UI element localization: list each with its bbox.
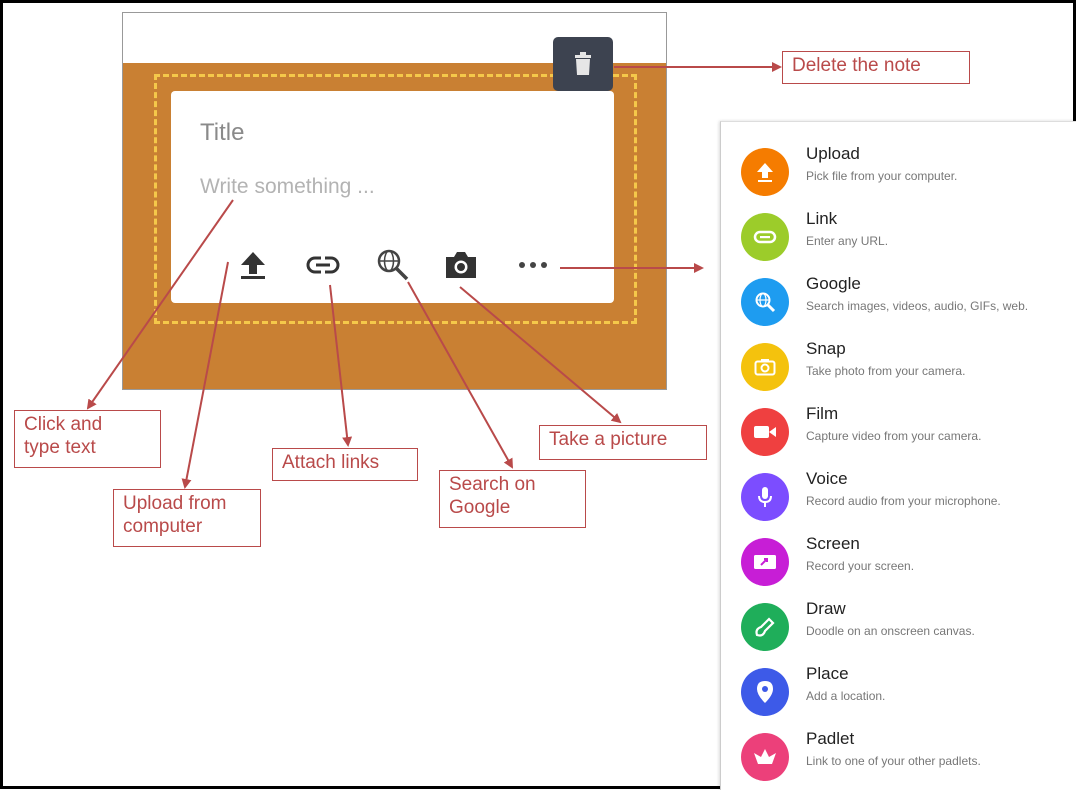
callout-upload-line2: computer xyxy=(123,516,203,537)
menu-item-desc: Doodle on an onscreen canvas. xyxy=(806,624,975,638)
callout-delete: Delete the note xyxy=(782,51,970,84)
menu-item-label: Film xyxy=(806,404,839,423)
upload-icon xyxy=(741,148,789,196)
menu-item-label: Link xyxy=(806,209,838,228)
link-icon xyxy=(741,213,789,261)
menu-item-desc: Take photo from your camera. xyxy=(806,364,966,378)
menu-item-label: Place xyxy=(806,664,849,683)
menu-item-desc: Record your screen. xyxy=(806,559,915,573)
menu-item-label: Voice xyxy=(806,469,848,488)
menu-item-google[interactable]: Google Search images, videos, audio, GIF… xyxy=(721,274,1076,334)
menu-item-screen[interactable]: Screen Record your screen. xyxy=(721,534,1076,594)
menu-item-desc: Capture video from your camera. xyxy=(806,429,982,443)
callout-click-type: Click and type text xyxy=(14,410,161,468)
callout-click-type-line2: type text xyxy=(24,437,96,458)
menu-item-desc: Record audio from your microphone. xyxy=(806,494,1001,508)
menu-item-label: Snap xyxy=(806,339,846,358)
menu-item-desc: Add a location. xyxy=(806,689,886,703)
arrow-attach xyxy=(329,284,353,447)
callout-search-line2: Google xyxy=(449,497,511,518)
menu-item-label: Upload xyxy=(806,144,860,163)
callout-picture: Take a picture xyxy=(539,425,707,460)
camera-icon xyxy=(741,343,789,391)
menu-item-label: Draw xyxy=(806,599,846,618)
menu-item-label: Padlet xyxy=(806,729,855,748)
callout-upload-line1: Upload from xyxy=(123,493,227,514)
callout-delete-text: Delete the note xyxy=(792,55,921,76)
callout-search: Search on Google xyxy=(439,470,586,528)
callout-search-line1: Search on xyxy=(449,474,536,495)
menu-item-upload[interactable]: Upload Pick file from your computer. xyxy=(721,144,1076,204)
attachment-menu: Upload Pick file from your computer. Lin… xyxy=(720,121,1076,790)
arrow-upload xyxy=(181,261,229,489)
pen-icon xyxy=(741,603,789,651)
menu-item-film[interactable]: Film Capture video from your camera. xyxy=(721,404,1076,464)
menu-item-padlet[interactable]: Padlet Link to one of your other padlets… xyxy=(721,729,1076,789)
screen-icon xyxy=(741,538,789,586)
video-icon xyxy=(741,408,789,456)
padlet-icon xyxy=(741,733,789,781)
menu-item-desc: Pick file from your computer. xyxy=(806,169,958,183)
menu-item-link[interactable]: Link Enter any URL. xyxy=(721,209,1076,269)
location-pin-icon xyxy=(741,668,789,716)
menu-item-label: Google xyxy=(806,274,861,293)
arrow-click-type xyxy=(86,199,234,410)
callout-picture-text: Take a picture xyxy=(549,429,668,450)
callout-upload: Upload from computer xyxy=(113,489,261,547)
callout-attach-text: Attach links xyxy=(282,452,380,473)
menu-item-place[interactable]: Place Add a location. xyxy=(721,664,1076,724)
google-search-icon xyxy=(741,278,789,326)
callout-click-type-line1: Click and xyxy=(24,414,103,435)
menu-item-voice[interactable]: Voice Record audio from your microphone. xyxy=(721,469,1076,529)
menu-item-snap[interactable]: Snap Take photo from your camera. xyxy=(721,339,1076,399)
menu-item-desc: Search images, videos, audio, GIFs, web. xyxy=(806,299,1029,313)
menu-item-desc: Link to one of your other padlets. xyxy=(806,754,981,768)
microphone-icon xyxy=(741,473,789,521)
menu-item-draw[interactable]: Draw Doodle on an onscreen canvas. xyxy=(721,599,1076,659)
callout-attach: Attach links xyxy=(272,448,418,481)
menu-item-label: Screen xyxy=(806,534,860,553)
arrow-search xyxy=(407,281,513,469)
arrow-picture xyxy=(459,286,622,424)
menu-item-desc: Enter any URL. xyxy=(806,234,889,248)
